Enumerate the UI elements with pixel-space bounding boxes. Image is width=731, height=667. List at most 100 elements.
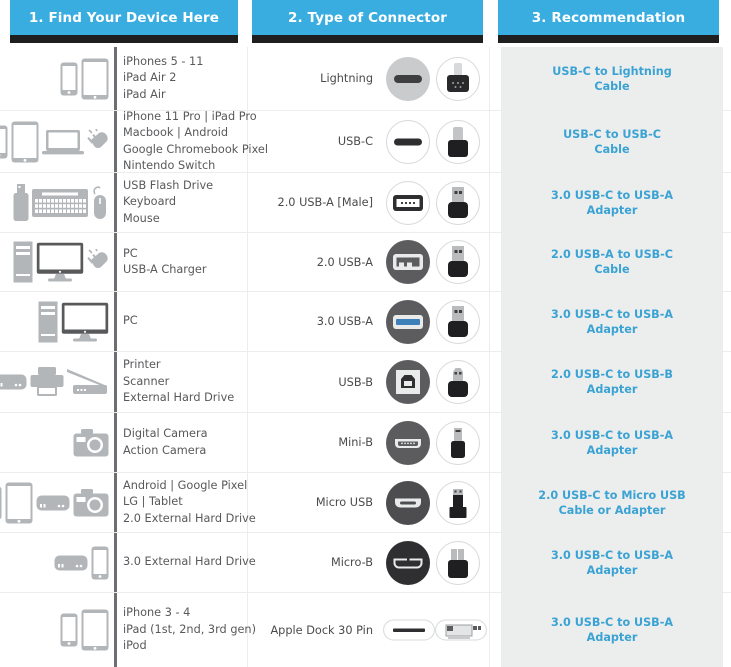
device-label-list: PC	[114, 292, 138, 351]
table-row: Printer Scanner External Hard Drive USB-B 2.…	[0, 351, 731, 412]
recommendation-line: Cable	[594, 79, 630, 93]
header-cell-recommendation: 3. Recommendation	[490, 0, 731, 47]
recommendation-cell: 2.0 USB-C to USB-B Adapter	[490, 352, 731, 412]
recommendation-text: 2.0 USB-A to USB-C Cable	[501, 233, 723, 291]
device-cell: USB Flash Drive Keyboard Mouse	[0, 173, 248, 232]
recommendation-cell: 2.0 USB-C to Micro USB Cable or Adapter	[490, 473, 731, 532]
device-label: Scanner	[123, 374, 170, 388]
device-label: iPod	[123, 639, 147, 653]
device-label: Google Chromebook Pixel	[123, 142, 268, 156]
mouse-icon	[91, 185, 109, 220]
usb-b-plug-icon	[433, 357, 483, 407]
printer-icon	[30, 367, 64, 397]
connector-icon-group	[383, 357, 483, 407]
device-label: iPhone 3 - 4	[123, 606, 191, 620]
connector-cell: USB-B	[248, 352, 490, 412]
tablet-icon	[81, 609, 109, 651]
device-cell: PC	[0, 292, 248, 351]
header-underline-device	[10, 35, 238, 43]
recommendation-cell: 3.0 USB-C to USB-A Adapter	[490, 533, 731, 592]
table-row: PC USB-A Charger 2.0 USB-A 2.0 USB-A to USB…	[0, 232, 731, 291]
external-drive-icon	[54, 555, 88, 571]
monitor-icon	[36, 242, 84, 282]
device-label: USB-A Charger	[123, 263, 207, 276]
recommendation-text: 2.0 USB-C to Micro USB Cable or Adapter	[501, 473, 723, 532]
recommendation-line: Adapter	[586, 203, 638, 217]
dock-30-port-icon	[383, 613, 435, 647]
device-label-list: Digital Camera Action Camera	[114, 413, 208, 472]
device-icon-group	[4, 533, 114, 592]
phone-icon	[60, 62, 78, 96]
connector-icon-group	[383, 178, 483, 228]
header-label-connector: 2. Type of Connector	[252, 0, 483, 35]
device-label: Action Camera	[123, 443, 207, 457]
external-drive-icon	[36, 495, 70, 511]
recommendation-line: Adapter	[586, 563, 638, 577]
device-label-list: iPhone 11 Pro | iPad Pro Macbook | Androi…	[114, 110, 268, 172]
connector-cell: Lightning	[248, 47, 490, 110]
recommendation-text: USB-C to USB-C Cable	[501, 111, 723, 172]
recommendation-line: 3.0 USB-C to USB-A	[550, 616, 674, 629]
table-row: PC 3.0 USB-A 3.0 USB-C to USB-A Adapter	[0, 291, 731, 351]
flash-drive-icon	[13, 183, 29, 222]
recommendation-cell: 3.0 USB-C to USB-A Adapter	[490, 593, 731, 667]
device-label: iPad Air	[123, 87, 166, 101]
device-icon-group	[0, 111, 114, 172]
usb-a-plug-icon	[433, 237, 483, 287]
table-row: 3.0 External Hard Drive Micro-B 3.0 USB-C …	[0, 532, 731, 592]
usb-b-port-icon	[383, 357, 433, 407]
table-row: USB Flash Drive Keyboard Mouse 2.0 USB-A [M…	[0, 172, 731, 232]
plug-icon	[87, 128, 109, 155]
table-row: iPhone 11 Pro | iPad Pro Macbook | Androi…	[0, 110, 731, 172]
recommendation-line: 3.0 USB-C to USB-A	[550, 307, 674, 321]
device-cell: Android | Google Pixel LG | Tablet 2.0 Ext…	[0, 473, 256, 532]
recommendation-text: 3.0 USB-C to USB-A Adapter	[501, 533, 723, 592]
device-label: Printer	[123, 358, 161, 372]
connector-icon-group	[383, 237, 483, 287]
connector-cell: 3.0 USB-A	[248, 292, 490, 351]
header-underline-recommendation	[498, 35, 719, 43]
tower-icon	[13, 241, 33, 283]
device-label: Mouse	[123, 211, 160, 225]
connector-icon-group	[383, 117, 483, 167]
device-cell: iPhones 5 - 11 iPad Air 2 iPad Air	[0, 47, 248, 110]
connector-icon-group	[383, 54, 483, 104]
recommendation-line: 3.0 USB-C to USB-A	[550, 428, 674, 442]
device-label: iPad (1st, 2nd, 3rd gen)	[123, 622, 257, 636]
recommendation-text: 2.0 USB-C to USB-B Adapter	[501, 352, 723, 412]
recommendation-text: 3.0 USB-C to USB-A Adapter	[501, 173, 723, 232]
device-label: Digital Camera	[123, 427, 208, 440]
camera-icon	[73, 428, 109, 457]
connector-name: USB-C	[337, 135, 373, 148]
recommendation-cell: 3.0 USB-C to USB-A Adapter	[490, 292, 731, 351]
recommendation-line: 3.0 USB-C to USB-A	[550, 548, 674, 562]
header-label-recommendation: 3. Recommendation	[498, 0, 719, 35]
usb-c-port-icon	[383, 117, 433, 167]
connector-icon-group	[383, 418, 483, 468]
device-label-list: Android | Google Pixel LG | Tablet 2.0 Ext…	[114, 473, 256, 532]
device-icon-group	[4, 292, 114, 351]
connector-icon-group	[383, 478, 483, 528]
table-row: Digital Camera Action Camera Mini-B 3.0 USB…	[0, 412, 731, 472]
recommendation-line: 2.0 USB-C to Micro USB	[538, 488, 686, 502]
header-cell-connector: 2. Type of Connector	[248, 0, 490, 47]
recommendation-cell: 3.0 USB-C to USB-A Adapter	[490, 413, 731, 472]
usb-a-plug-icon	[433, 297, 483, 347]
connector-cell: 2.0 USB-A [Male]	[248, 173, 490, 232]
device-cell: PC USB-A Charger	[0, 233, 248, 291]
mini-b-plug-icon	[433, 418, 483, 468]
device-label: USB Flash Drive	[123, 178, 214, 192]
connector-name: 2.0 USB-A	[316, 255, 373, 269]
recommendation-cell: 3.0 USB-C to USB-A Adapter	[490, 173, 731, 232]
lightning-port-icon	[383, 54, 433, 104]
device-icon-group	[4, 47, 114, 110]
connector-icon-group	[383, 613, 487, 647]
recommendation-text: USB-C to Lightning Cable	[501, 47, 723, 110]
recommendation-line: Cable	[594, 142, 630, 156]
connector-name: Mini-B	[338, 436, 373, 449]
recommendation-text: 3.0 USB-C to USB-A Adapter	[501, 292, 723, 351]
phone-icon	[60, 613, 78, 647]
scanner-icon	[67, 369, 109, 395]
connector-icon-group	[383, 297, 483, 347]
device-cell: iPhone 11 Pro | iPad Pro Macbook | Androi…	[0, 110, 268, 172]
